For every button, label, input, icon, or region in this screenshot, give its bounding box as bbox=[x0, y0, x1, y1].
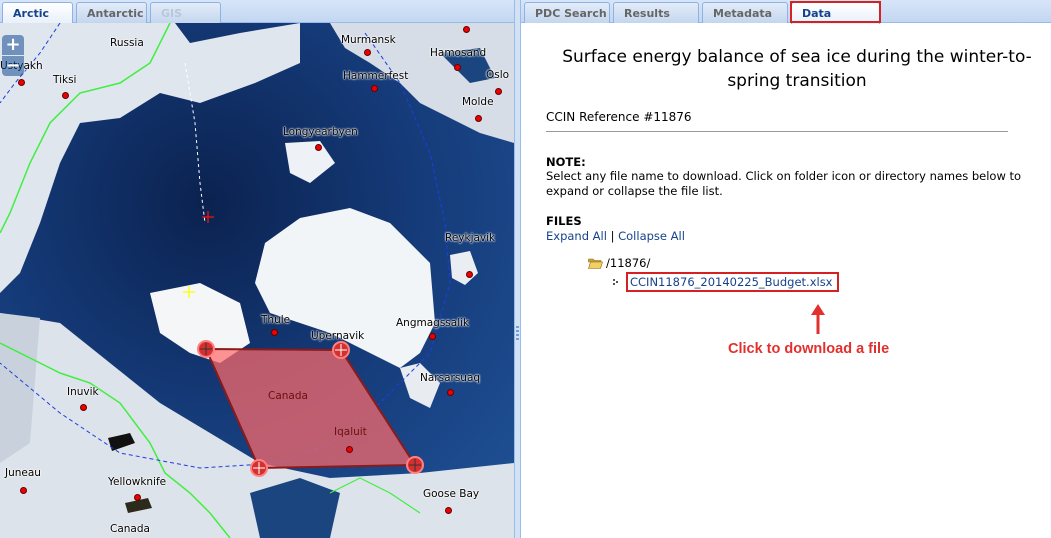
folder-name[interactable]: /11876/ bbox=[606, 256, 650, 270]
map-label-hamosand: Hamosand bbox=[430, 47, 487, 59]
map-label-angmagssalik: Angmagssalik bbox=[396, 317, 470, 329]
city-marker[interactable] bbox=[364, 49, 371, 56]
map-label-goose-bay: Goose Bay bbox=[423, 488, 480, 500]
zoom-control: + − bbox=[2, 35, 24, 76]
ccin-reference: CCIN Reference #11876 bbox=[546, 110, 692, 124]
map-label-hammerfest: Hammerfest bbox=[343, 70, 409, 82]
map-label-thule: Thule bbox=[261, 314, 291, 326]
folder-open-icon[interactable] bbox=[588, 258, 603, 269]
city-marker[interactable] bbox=[371, 85, 378, 92]
file-tree: /11876/ CCIN11876_20140225_Budget.xlsx bbox=[588, 256, 839, 292]
city-marker[interactable] bbox=[447, 389, 454, 396]
city-marker[interactable] bbox=[18, 79, 25, 86]
tab-data[interactable]: Data bbox=[791, 2, 880, 24]
city-marker[interactable] bbox=[315, 144, 322, 151]
map-label-iqaluit: Iqaluit bbox=[334, 426, 367, 438]
note-heading: NOTE: bbox=[546, 155, 586, 169]
city-marker[interactable] bbox=[80, 404, 87, 411]
map-label-longyearbyen: Longyearbyen bbox=[283, 126, 358, 138]
city-marker[interactable] bbox=[445, 507, 452, 514]
map-label-tiksi: Tiksi bbox=[53, 74, 77, 86]
data-tabbar: PDC Search Results Metadata Data bbox=[521, 0, 1051, 24]
city-marker[interactable] bbox=[475, 115, 482, 122]
city-marker[interactable] bbox=[454, 64, 461, 71]
polygon-vertex-handle[interactable] bbox=[406, 456, 424, 474]
data-content: Surface energy balance of sea ice during… bbox=[546, 23, 1036, 243]
zoom-in-button[interactable]: + bbox=[2, 35, 24, 55]
city-marker[interactable] bbox=[20, 487, 27, 494]
splitter-grip-icon[interactable] bbox=[516, 326, 519, 340]
city-marker[interactable] bbox=[466, 271, 473, 278]
tab-pdc-search[interactable]: PDC Search bbox=[524, 2, 610, 23]
map-label-upernavik: Upernavik bbox=[311, 330, 365, 342]
panel-splitter[interactable] bbox=[514, 0, 521, 538]
map-label-reykjavik: Reykjavik bbox=[445, 232, 496, 244]
map-panel: Arctic Antarctic GIS Russia Tiksi Murman… bbox=[0, 0, 514, 538]
city-marker[interactable] bbox=[134, 494, 141, 501]
city-marker[interactable] bbox=[429, 333, 436, 340]
city-marker[interactable] bbox=[271, 329, 278, 336]
polygon-vertex-handle[interactable] bbox=[197, 340, 215, 358]
file-download-link[interactable]: CCIN11876_20140225_Budget.xlsx bbox=[626, 272, 839, 292]
map-label-molde: Molde bbox=[462, 96, 494, 108]
link-separator: | bbox=[610, 229, 615, 243]
map-label-oslo: Oslo bbox=[486, 69, 510, 81]
note-text: Select any file name to download. Click … bbox=[546, 169, 1022, 198]
tab-antarctic[interactable]: Antarctic bbox=[76, 2, 147, 23]
tab-metadata[interactable]: Metadata bbox=[702, 2, 788, 23]
tab-arctic[interactable]: Arctic bbox=[2, 2, 73, 24]
city-marker[interactable] bbox=[62, 92, 69, 99]
tab-results[interactable]: Results bbox=[613, 2, 699, 23]
files-heading: FILES bbox=[546, 214, 582, 228]
tree-controls: Expand All | Collapse All bbox=[546, 229, 1036, 243]
arctic-map[interactable]: Russia Ustyakh Tiksi Murmansk Turku Hamo… bbox=[0, 23, 514, 538]
up-arrow-icon bbox=[811, 304, 825, 334]
city-marker[interactable] bbox=[495, 88, 502, 95]
folder-node[interactable]: /11876/ bbox=[588, 256, 839, 270]
tab-gis: GIS bbox=[150, 2, 221, 23]
data-panel: PDC Search Results Metadata Data Surface… bbox=[521, 0, 1051, 538]
map-tabbar: Arctic Antarctic GIS bbox=[0, 0, 514, 24]
file-bullet-icon bbox=[613, 278, 618, 285]
city-marker[interactable] bbox=[346, 446, 353, 453]
map-label-murmansk: Murmansk bbox=[341, 34, 396, 46]
city-marker[interactable] bbox=[463, 26, 470, 33]
divider bbox=[546, 131, 1008, 132]
file-node[interactable]: CCIN11876_20140225_Budget.xlsx bbox=[613, 272, 839, 292]
map-label-yellowknife: Yellowknife bbox=[108, 476, 167, 488]
dataset-title: Surface energy balance of sea ice during… bbox=[562, 47, 1032, 91]
map-label-canada-region: Canada bbox=[268, 390, 308, 402]
map-label-juneau: Juneau bbox=[5, 467, 41, 479]
expand-all-link[interactable]: Expand All bbox=[546, 229, 607, 243]
download-annotation: Click to download a file bbox=[728, 341, 890, 357]
map-label-inuvik: Inuvik bbox=[67, 386, 99, 398]
polygon-vertex-handle[interactable] bbox=[332, 341, 350, 359]
map-label-canada: Canada bbox=[110, 523, 150, 535]
polygon-vertex-handle[interactable] bbox=[250, 459, 268, 477]
map-label-narsarsuaq: Narsarsuaq bbox=[420, 372, 481, 384]
map-basemap bbox=[0, 23, 514, 538]
zoom-out-button[interactable]: − bbox=[2, 56, 24, 76]
collapse-all-link[interactable]: Collapse All bbox=[618, 229, 685, 243]
map-label-russia: Russia bbox=[110, 37, 144, 49]
